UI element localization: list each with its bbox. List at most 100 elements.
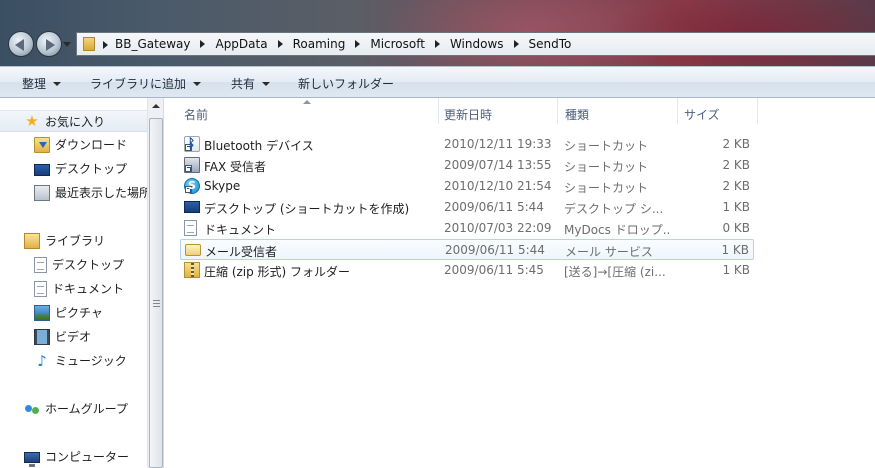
fax-icon [184,157,200,173]
desktop-icon [184,201,200,213]
share-label: 共有 [231,77,256,91]
file-name: 圧縮 (zip 形式) フォルダー [204,265,351,279]
file-size: 2 KB [722,137,750,151]
file-row[interactable]: ドキュメント 2010/07/03 22:09 MyDocs ドロップ... 0… [180,218,754,239]
nav-recent-label: 最近表示した場所 [55,186,152,200]
nav-favorites[interactable]: ★ お気に入り [0,110,147,132]
file-date: 2009/06/11 5:44 [445,243,545,257]
nav-desktop-label: デスクトップ [55,162,128,176]
nav-lib-pictures[interactable]: ピクチャ [34,304,103,321]
file-name: ドキュメント [204,223,277,237]
document-icon [34,280,47,297]
chevron-right-icon[interactable] [103,41,108,49]
forward-button[interactable] [36,31,62,57]
file-size: 1 KB [722,200,750,214]
file-type: MyDocs ドロップ... [564,223,670,237]
column-divider[interactable] [557,98,558,124]
document-icon [184,220,197,236]
nav-downloads-label: ダウンロード [55,138,128,152]
star-icon: ★ [25,112,39,130]
include-in-library-button[interactable]: ライブラリに追加 [90,75,202,92]
nav-lib-music[interactable]: ♪ ミュージック [34,352,127,369]
folder-icon [83,37,95,51]
chevron-right-icon[interactable] [355,40,361,48]
file-type: メール サービス [565,245,653,259]
nav-libraries[interactable]: ライブラリ [24,232,105,249]
column-divider[interactable] [438,98,439,124]
nav-computer[interactable]: コンピューター [24,448,130,467]
nav-lib-music-label: ミュージック [55,354,127,368]
nav-recent-places[interactable]: 最近表示した場所 [34,184,151,201]
column-header-name[interactable]: 名前 [184,98,434,126]
breadcrumb-item[interactable]: Microsoft [366,37,429,51]
recent-places-icon [34,184,50,201]
column-header-size[interactable]: サイズ [684,98,754,126]
file-name: デスクトップ (ショートカットを作成) [204,202,410,216]
nav-computer-label: コンピューター [45,450,130,464]
homegroup-icon [24,401,40,417]
file-size: 2 KB [722,158,750,172]
file-date: 2009/06/11 5:44 [444,200,544,214]
file-size: 1 KB [722,263,750,277]
recent-pages-dropdown-icon[interactable] [63,42,71,47]
grip-icon [153,300,160,307]
chevron-down-icon [262,81,271,86]
file-size: 0 KB [722,221,750,235]
share-button[interactable]: 共有 [231,75,271,92]
file-row[interactable]: デスクトップ (ショートカットを作成) 2009/06/11 5:44 デスクト… [180,197,754,218]
nav-scrollbar[interactable] [147,98,163,468]
file-row[interactable]: Skype 2010/12/10 21:54 ショートカット 2 KB [180,176,754,197]
chevron-right-icon[interactable] [277,40,283,48]
window-title-bar: BB_Gateway AppData Roaming Microsoft Win… [0,0,875,66]
file-type: ショートカット [564,181,649,195]
bluetooth-icon [184,136,200,152]
file-type: ショートカット [564,160,649,174]
nav-lib-desktop-label: デスクトップ [52,258,125,272]
address-bar[interactable]: BB_Gateway AppData Roaming Microsoft Win… [76,32,875,56]
back-button[interactable] [8,31,34,57]
chevron-right-icon[interactable] [513,40,519,48]
nav-lib-documents-label: ドキュメント [52,282,125,296]
column-divider[interactable] [677,98,678,124]
scrollbar-thumb[interactable] [149,118,163,468]
breadcrumb-item[interactable]: Roaming [289,37,350,51]
nav-lib-videos[interactable]: ビデオ [34,328,91,345]
organize-button[interactable]: 整理 [22,75,62,92]
nav-downloads[interactable]: ダウンロード [34,136,127,153]
video-icon [34,328,50,345]
skype-icon [184,178,200,194]
computer-icon [24,451,40,467]
file-type: ショートカット [564,139,649,153]
file-size: 1 KB [721,243,749,257]
breadcrumb-item[interactable]: AppData [211,37,271,51]
new-folder-label: 新しいフォルダー [298,77,395,91]
file-row[interactable]: FAX 受信者 2009/07/14 13:55 ショートカット 2 KB [180,155,754,176]
file-date: 2010/12/11 19:33 [444,137,552,151]
file-list: 名前 更新日時 種類 サイズ Bluetooth デバイス 2010/12/11… [164,98,875,468]
nav-lib-pictures-label: ピクチャ [55,306,103,320]
nav-lib-documents[interactable]: ドキュメント [34,280,124,297]
breadcrumb-item[interactable]: BB_Gateway [111,37,194,51]
file-row[interactable]: Bluetooth デバイス 2010/12/11 19:33 ショートカット … [180,134,754,155]
column-divider[interactable] [757,98,758,124]
organize-label: 整理 [22,77,47,91]
column-header-date[interactable]: 更新日時 [444,98,554,126]
file-name: メール受信者 [205,245,278,259]
nav-lib-desktop[interactable]: デスクトップ [34,256,124,273]
breadcrumb-item[interactable]: Windows [446,37,508,51]
downloads-folder-icon [34,136,50,153]
music-note-icon: ♪ [37,351,47,370]
file-date: 2010/12/10 21:54 [444,179,552,193]
breadcrumb-item[interactable]: SendTo [525,37,576,51]
chevron-down-icon [53,81,62,86]
new-folder-button[interactable]: 新しいフォルダー [298,75,394,92]
nav-desktop[interactable]: デスクトップ [34,160,127,177]
file-row[interactable]: メール受信者 2009/06/11 5:44 メール サービス 1 KB [180,239,754,260]
chevron-right-icon[interactable] [434,40,440,48]
column-header-type[interactable]: 種類 [565,98,675,126]
scroll-up-arrow-icon[interactable] [152,104,160,108]
breadcrumb: BB_Gateway AppData Roaming Microsoft Win… [111,37,575,51]
nav-homegroup[interactable]: ホームグループ [24,400,128,417]
chevron-right-icon[interactable] [200,40,206,48]
file-row[interactable]: 圧縮 (zip 形式) フォルダー 2009/06/11 5:45 [送る]→[… [180,260,754,281]
